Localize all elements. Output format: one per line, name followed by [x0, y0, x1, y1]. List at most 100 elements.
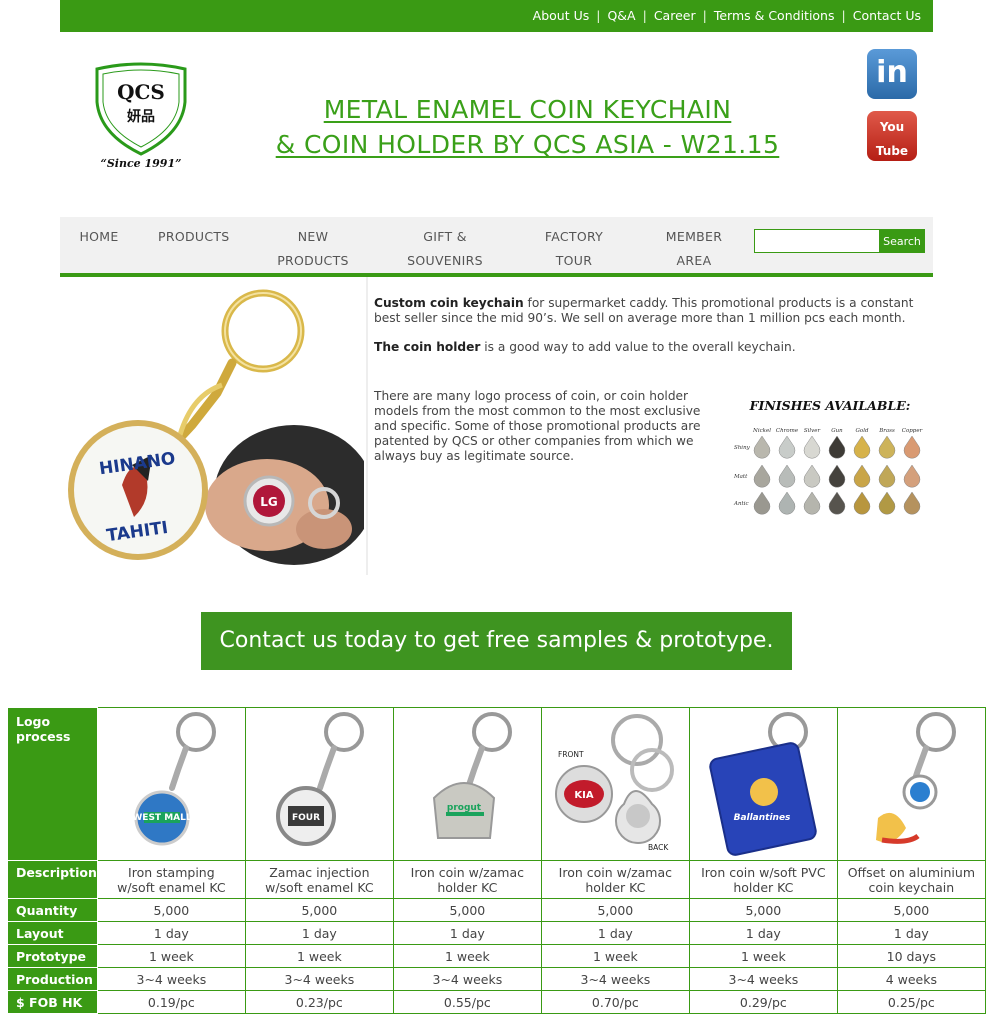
keychain-image: progut: [433, 712, 513, 839]
intro-paragraph-3: There are many logo process of coin, or …: [374, 389, 701, 463]
keychain-image: Ballantines: [709, 712, 818, 856]
finish-swatch: [778, 435, 796, 459]
cell-production: 4 weeks: [836, 967, 986, 991]
cell-layout: 1 day: [688, 921, 838, 945]
nav-divider: [60, 273, 933, 277]
product-logo-label: WEST MALL: [133, 813, 192, 823]
cell-description: Iron coin w/soft PVC holder KC: [688, 860, 838, 899]
row-header-logo-process: Logo process: [8, 707, 98, 861]
nav-item-products[interactable]: PRODUCTS: [158, 225, 229, 249]
keychain-image: FOUR: [276, 712, 365, 846]
finish-swatch: [853, 464, 871, 488]
cell-layout: 1 day: [540, 921, 690, 945]
finish-swatch: [903, 435, 921, 459]
cell-prototype: 1 week: [244, 944, 394, 968]
row-header-description: Description: [8, 860, 98, 899]
separator: |: [702, 8, 707, 23]
front-label: FRONT: [558, 750, 584, 759]
finish-swatch: [753, 435, 771, 459]
cell-description: Zamac injection w/soft enamel KC: [244, 860, 394, 899]
keychain-image: [876, 712, 957, 844]
cell-fob: 0.70/pc: [540, 990, 690, 1014]
cell-production: 3~4 weeks: [540, 967, 690, 991]
finish-column-label: Gold: [856, 428, 869, 434]
finish-row-label: Antic: [733, 501, 749, 507]
top-link-contact-us[interactable]: Contact Us: [853, 8, 921, 23]
finish-swatch: [753, 464, 771, 488]
cell-prototype: 1 week: [392, 944, 542, 968]
finish-swatch: [878, 435, 896, 459]
product-image-cell: [836, 707, 986, 861]
finish-swatch: [803, 464, 821, 488]
cell-prototype: 1 week: [96, 944, 246, 968]
row-header-quantity: Quantity: [8, 898, 98, 922]
product-image-cell: WEST MALL: [96, 707, 246, 861]
cell-layout: 1 day: [392, 921, 542, 945]
cell-quantity: 5,000: [836, 898, 986, 922]
separator: |: [841, 8, 846, 23]
cell-layout: 1 day: [836, 921, 986, 945]
separator: |: [596, 8, 601, 23]
finish-swatch: [853, 491, 871, 515]
cell-quantity: 5,000: [96, 898, 246, 922]
spec-table: Logo process WEST MALL FOUR progut FRONT…: [8, 707, 986, 1014]
top-link-about-us[interactable]: About Us: [533, 8, 590, 23]
finish-swatch: [853, 435, 871, 459]
product-logo-label: progut: [447, 803, 482, 813]
cell-quantity: 5,000: [392, 898, 542, 922]
top-link-qa[interactable]: Q&A: [607, 8, 635, 23]
nav-item-factory-tour[interactable]: FACTORY TOUR: [532, 225, 616, 273]
cell-fob: 0.25/pc: [836, 990, 986, 1014]
product-image-cell: Ballantines: [688, 707, 838, 861]
cell-fob: 0.29/pc: [688, 990, 838, 1014]
contact-cta-button[interactable]: Contact us today to get free samples & p…: [201, 612, 792, 670]
product-image-cell: FRONT BACK KIA: [540, 707, 690, 861]
finish-column-label: Copper: [902, 428, 923, 434]
logo-chinese: 妍品: [127, 108, 155, 125]
finish-row-label: Matt: [733, 474, 748, 480]
hero-badge-text: LG: [260, 495, 278, 509]
finish-swatch: [828, 435, 846, 459]
top-link-career[interactable]: Career: [654, 8, 696, 23]
cell-layout: 1 day: [96, 921, 246, 945]
finishes-chart: FINISHES AVAILABLE: Nickel Chrome Silver Gu…: [733, 396, 928, 526]
cell-prototype: 10 days: [836, 944, 986, 968]
logo-text: QCS: [117, 80, 165, 104]
nav-item-gift-souvenirs[interactable]: GIFT & SOUVENIRS: [390, 225, 500, 273]
finish-column-label: Nickel: [752, 428, 771, 434]
youtube-icon[interactable]: You Tube: [867, 111, 917, 161]
cell-description: Iron coin w/zamac holder KC: [540, 860, 690, 899]
cell-prototype: 1 week: [688, 944, 838, 968]
table-row-logo-process: Logo process WEST MALL FOUR progut FRONT…: [8, 707, 986, 861]
finish-swatch: [903, 464, 921, 488]
page-title: METAL ENAMEL COIN KEYCHAIN & COIN HOLDER…: [200, 92, 855, 162]
finishes-title: FINISHES AVAILABLE:: [749, 398, 911, 413]
table-row-description: Description Iron stamping w/soft enamel …: [8, 860, 986, 899]
finish-swatch: [878, 491, 896, 515]
finish-swatch: [828, 491, 846, 515]
youtube-label-2: Tube: [875, 144, 909, 158]
linkedin-icon[interactable]: in: [867, 49, 917, 99]
finish-swatch: [753, 491, 771, 515]
nav-item-new-products[interactable]: NEW PRODUCTS: [264, 225, 362, 273]
table-row-production: Production 3~4 weeks 3~4 weeks 3~4 weeks…: [8, 967, 986, 991]
finish-swatch: [878, 464, 896, 488]
cell-production: 3~4 weeks: [688, 967, 838, 991]
intro-paragraph-2: The coin holder is a good way to add val…: [374, 340, 796, 354]
table-row-fob: $ FOB HK 0.19/pc 0.23/pc 0.55/pc 0.70/pc…: [8, 990, 986, 1014]
finish-column-label: Brass: [878, 428, 895, 434]
search-button[interactable]: Search: [879, 229, 925, 253]
nav-item-home[interactable]: HOME: [72, 225, 126, 249]
cell-layout: 1 day: [244, 921, 394, 945]
nav-item-member-area[interactable]: MEMBER AREA: [656, 225, 732, 273]
search-input[interactable]: [754, 229, 880, 253]
row-header-prototype: Prototype: [8, 944, 98, 968]
product-logo-label: FOUR: [292, 813, 320, 823]
hero-product-image: LG HINANO TAHITI: [62, 285, 374, 575]
product-logo-label: Ballantines: [734, 813, 791, 823]
page-title-line1: METAL ENAMEL COIN KEYCHAIN: [323, 95, 732, 124]
row-header-layout: Layout: [8, 921, 98, 945]
cell-quantity: 5,000: [540, 898, 690, 922]
youtube-label-1: You: [879, 120, 905, 134]
top-link-terms[interactable]: Terms & Conditions: [714, 8, 835, 23]
